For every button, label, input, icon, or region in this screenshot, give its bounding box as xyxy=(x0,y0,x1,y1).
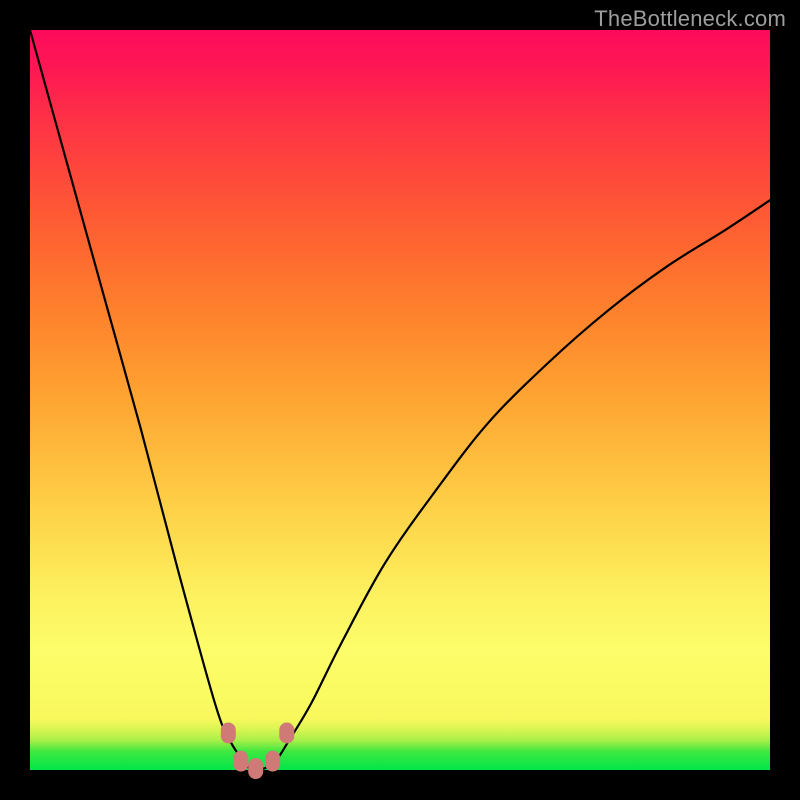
curve-marker xyxy=(266,751,280,771)
plot-area xyxy=(30,30,770,770)
curve-marker xyxy=(234,751,248,771)
chart-frame: TheBottleneck.com xyxy=(0,0,800,800)
curve-marker xyxy=(280,723,294,743)
bottleneck-curve xyxy=(30,30,770,771)
curve-marker xyxy=(221,723,235,743)
curve-svg xyxy=(30,30,770,770)
watermark-text: TheBottleneck.com xyxy=(594,6,786,32)
curve-marker xyxy=(249,759,263,779)
